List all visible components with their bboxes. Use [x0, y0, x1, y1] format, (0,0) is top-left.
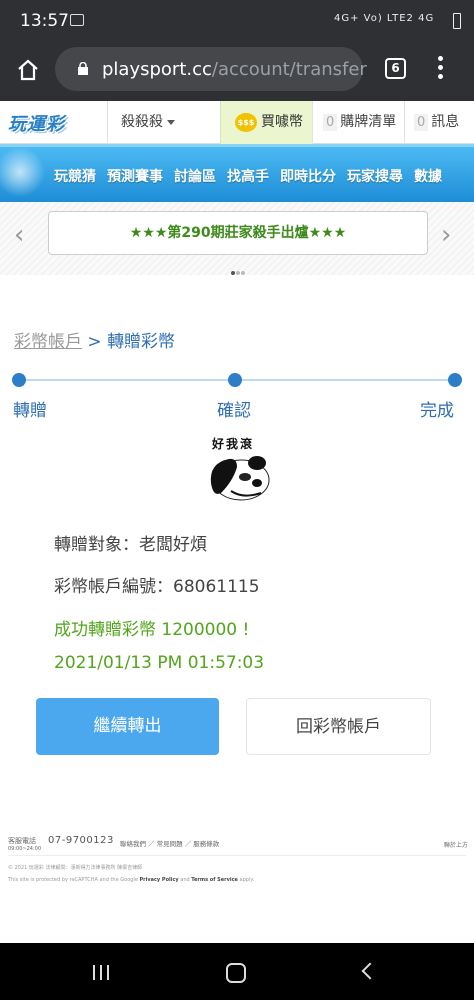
system-nav-bar [0, 943, 474, 1000]
main-nav: 玩競猜 預測賽事 討論區 找高手 即時比分 玩家搜尋 數據 [0, 144, 474, 202]
browser-toolbar: playsport.cc/account/transfer 6 [0, 44, 474, 101]
gallery-icon [70, 14, 84, 26]
lock-icon [78, 62, 88, 75]
address-bar[interactable]: playsport.cc/account/transfer [55, 47, 367, 91]
url-domain: playsport.cc [102, 59, 212, 80]
site-header: 玩運彩 殺殺殺 $$$ 買噱幣 0 購牌清單 0 訊息 [0, 101, 474, 144]
carousel-next-icon[interactable]: › [441, 220, 451, 250]
step-dot-transfer [12, 373, 26, 387]
user-dropdown-label: 殺殺殺 [121, 114, 163, 130]
back-to-account-button[interactable]: 回彩幣帳戶 [246, 698, 431, 755]
nav-item-predict[interactable]: 預測賽事 [107, 166, 163, 186]
service-label: 客服電話 [8, 837, 36, 845]
step-dot-complete [448, 373, 462, 387]
transfer-datetime: 2021/01/13 PM 01:57:03 [54, 653, 265, 673]
status-time: 13:57 [20, 11, 69, 31]
promo-carousel: ‹ ★★★第290期莊家殺手出爐★★★ › [0, 202, 474, 275]
avatar-caption: 好我滾 [212, 437, 255, 451]
footer-divider [8, 855, 466, 856]
buy-coin-button[interactable]: $$$ 買噱幣 [220, 101, 312, 144]
back-icon[interactable] [361, 962, 379, 980]
cart-count: 0 [323, 114, 338, 131]
nav-item-forum[interactable]: 討論區 [174, 166, 216, 186]
site-footer: 客服電話 09:00~24:00 07-9700123 聯絡我們 ／ 常見問題 … [0, 828, 474, 943]
step-dot-confirm [228, 373, 242, 387]
nav-item-live-score[interactable]: 即時比分 [280, 166, 336, 186]
recaptcha-notice: This site is protected by reCAPTCHA and … [8, 877, 254, 883]
status-bar: 13:57 4G+ Vo) LTE2 4G [0, 0, 474, 44]
recipient-avatar: 好我滾 [205, 433, 273, 505]
step-label-confirm: 確認 [217, 401, 251, 421]
breadcrumb: 彩幣帳戶 > 轉贈彩幣 [14, 327, 175, 352]
step-label-transfer: 轉贈 [13, 401, 47, 421]
continue-transfer-button[interactable]: 繼續轉出 [36, 698, 219, 755]
battery-icon [453, 13, 461, 29]
message-count: 0 [414, 114, 429, 131]
carousel-dots [231, 260, 246, 279]
recent-apps-icon[interactable] [93, 965, 114, 984]
signal-icons: 4G+ Vo) LTE2 4G [334, 13, 435, 24]
nav-item-guess[interactable]: 玩競猜 [54, 166, 96, 186]
privacy-policy-link[interactable]: Privacy Policy [139, 877, 178, 883]
purchase-list-button[interactable]: 0 購牌清單 [312, 101, 404, 144]
recaptcha-text: This site is protected by reCAPTCHA and … [8, 877, 140, 883]
url-text: playsport.cc/account/transfer [102, 59, 367, 80]
purchase-list-label: 購牌清單 [340, 114, 397, 130]
messages-button[interactable]: 0 訊息 [404, 101, 474, 144]
tab-switcher-button[interactable]: 6 [385, 58, 406, 79]
recaptcha-apply: apply. [237, 877, 255, 883]
caret-down-icon [167, 119, 175, 125]
home-button-icon[interactable] [226, 963, 246, 983]
nav-item-player-search[interactable]: 玩家搜尋 [347, 166, 403, 186]
nav-sparkle-decoration [0, 147, 60, 202]
account-number-line: 彩幣帳戶編號：68061115 [54, 577, 260, 597]
footer-copyright: © 2021 玩運彩 法律顧問：漢新得力法律事務所 陳振吉律師 [8, 865, 143, 871]
site-logo[interactable]: 玩運彩 [8, 110, 65, 136]
promo-banner[interactable]: ★★★第290期莊家殺手出爐★★★ [48, 211, 428, 255]
url-path: /account/transfer [211, 59, 367, 80]
carousel-prev-icon[interactable]: ‹ [14, 220, 24, 250]
nav-item-data[interactable]: 數據 [414, 166, 442, 186]
breadcrumb-current: 轉贈彩幣 [107, 332, 176, 352]
breadcrumb-link-coin-account[interactable]: 彩幣帳戶 [14, 332, 82, 352]
coin-icon: $$$ [235, 113, 257, 132]
terms-of-service-link[interactable]: Terms of Service [191, 877, 238, 883]
breadcrumb-separator: > [82, 332, 108, 352]
footer-links[interactable]: 聯絡我們 ／ 常見問題 ／ 服務條款 [120, 838, 219, 848]
nav-item-experts[interactable]: 找高手 [227, 166, 269, 186]
buy-coin-label: 買噱幣 [261, 114, 303, 130]
service-label-block: 客服電話 09:00~24:00 [8, 836, 41, 852]
panda-meme-image [210, 456, 270, 501]
step-label-complete: 完成 [420, 401, 454, 421]
messages-label: 訊息 [431, 114, 460, 130]
service-phone[interactable]: 07-9700123 [48, 835, 114, 846]
home-icon[interactable] [16, 58, 40, 82]
user-dropdown[interactable]: 殺殺殺 [107, 101, 220, 144]
recipient-line: 轉贈對象：老闆好煩 [54, 535, 207, 555]
recaptcha-and: and [178, 877, 192, 883]
more-menu-icon[interactable] [438, 56, 444, 82]
service-hours: 09:00~24:00 [8, 846, 42, 852]
success-message: 成功轉贈彩幣 1200000 ! [54, 620, 250, 640]
footer-top-link[interactable]: 聯於上方 [444, 840, 468, 849]
